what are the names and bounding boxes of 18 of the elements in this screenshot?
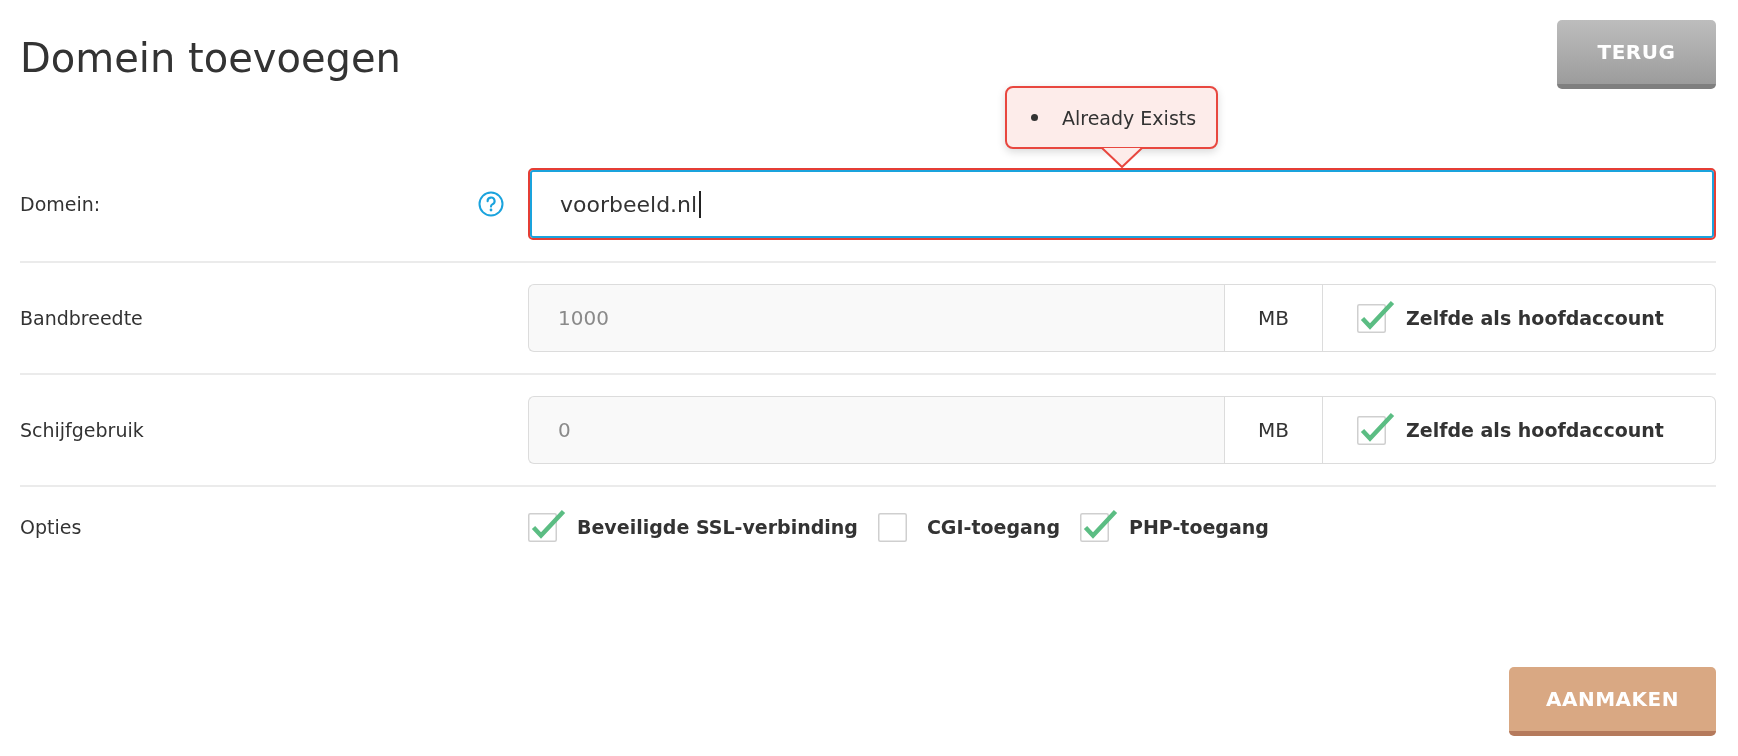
help-icon[interactable] xyxy=(478,191,504,217)
page-title: Domein toevoegen xyxy=(20,33,401,82)
checkbox[interactable] xyxy=(1080,508,1118,542)
unit-label: MB xyxy=(1224,396,1323,464)
field-label: Opties xyxy=(20,516,82,538)
bullet-icon xyxy=(1031,114,1038,121)
domain-field[interactable]: voorbeeld.nl xyxy=(528,168,1716,240)
unit-label: MB xyxy=(1224,284,1323,352)
field-label: Domein: xyxy=(20,193,101,215)
checkbox-label[interactable]: Beveiligde SSL-verbinding xyxy=(577,516,858,538)
field-label: Bandbreedte xyxy=(20,307,143,329)
error-message: Already Exists xyxy=(1062,106,1197,129)
checkbox-label[interactable]: PHP-toegang xyxy=(1129,516,1269,538)
checkbox-label[interactable]: CGI-toegang xyxy=(926,516,1060,538)
text-cursor-icon xyxy=(699,190,702,218)
checkbox[interactable] xyxy=(528,508,566,542)
field-label: Schijfgebruik xyxy=(20,419,144,441)
checkbox[interactable] xyxy=(877,512,907,542)
